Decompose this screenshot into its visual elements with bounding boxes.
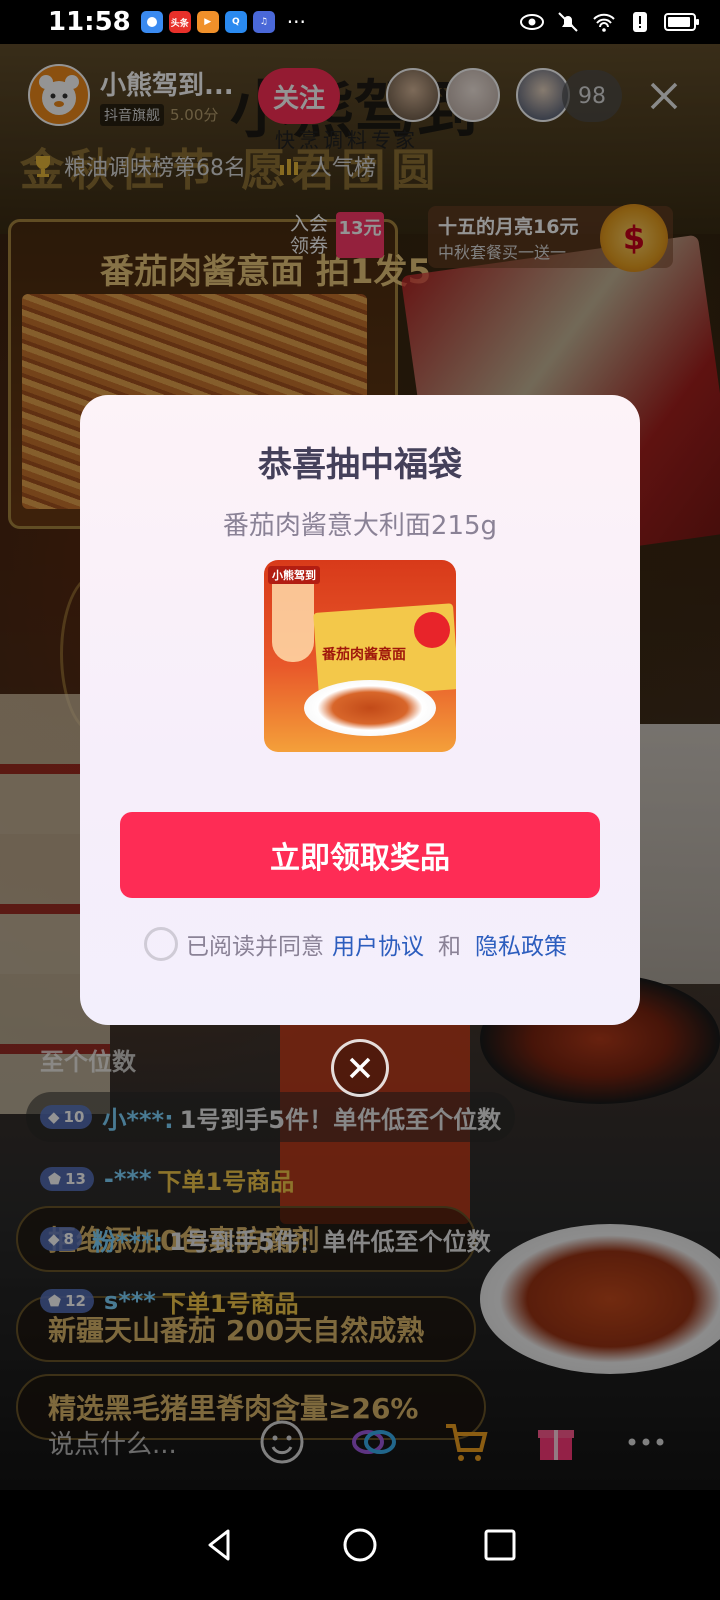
- agree-checkbox[interactable]: [144, 927, 178, 961]
- claim-prize-button[interactable]: 立即领取奖品: [120, 812, 600, 898]
- wifi-icon: [593, 13, 615, 32]
- mute-bell-icon: [558, 12, 578, 32]
- prize-product-name: 番茄肉酱意大利面215g: [222, 511, 498, 541]
- toutiao-app-icon: 头条: [168, 11, 191, 33]
- video-app-icon: ▶: [196, 11, 219, 33]
- prize-product-image: 小熊驾到 番茄肉酱意面: [264, 560, 456, 752]
- agree-prefix: 已阅读并同意: [186, 934, 324, 960]
- recents-icon[interactable]: [480, 1525, 520, 1565]
- and-text: 和: [438, 934, 461, 960]
- privacy-policy-link[interactable]: 隐私政策: [475, 927, 567, 961]
- user-agreement-link[interactable]: 用户协议: [332, 927, 424, 961]
- product-box-text: 番茄肉酱意面: [322, 647, 406, 663]
- more-notifications-icon: ···: [286, 10, 306, 34]
- battery-icon: [664, 13, 699, 31]
- eye-icon: [520, 14, 544, 30]
- notification-app-icons: 头条 ▶ Q ♫ ···: [140, 10, 306, 34]
- browser-app-icon: [140, 11, 163, 33]
- search-app-icon: Q: [224, 11, 247, 33]
- system-navigation-bar: [0, 1490, 720, 1600]
- agreement-row: 已阅读并同意 用户协议 和 隐私政策: [144, 927, 567, 961]
- dialog-title: 恭喜抽中福袋: [258, 445, 462, 485]
- drink-glass: [272, 574, 314, 662]
- back-icon[interactable]: [200, 1525, 240, 1565]
- close-icon: [349, 1057, 371, 1079]
- image-brand-logo: 小熊驾到: [268, 566, 320, 584]
- status-bar: 11:58 头条 ▶ Q ♫ ···: [0, 0, 720, 44]
- home-icon[interactable]: [340, 1525, 380, 1565]
- pasta-plate-image: [304, 680, 436, 736]
- lucky-bag-dialog: 恭喜抽中福袋 番茄肉酱意大利面215g 小熊驾到 番茄肉酱意面 立即领取奖品 已…: [80, 395, 640, 1025]
- music-app-icon: ♫: [252, 11, 275, 33]
- close-dialog-button[interactable]: [331, 1039, 389, 1097]
- status-time: 11:58: [48, 7, 131, 37]
- alert-icon: [633, 12, 647, 32]
- tomato-graphic: [414, 612, 450, 648]
